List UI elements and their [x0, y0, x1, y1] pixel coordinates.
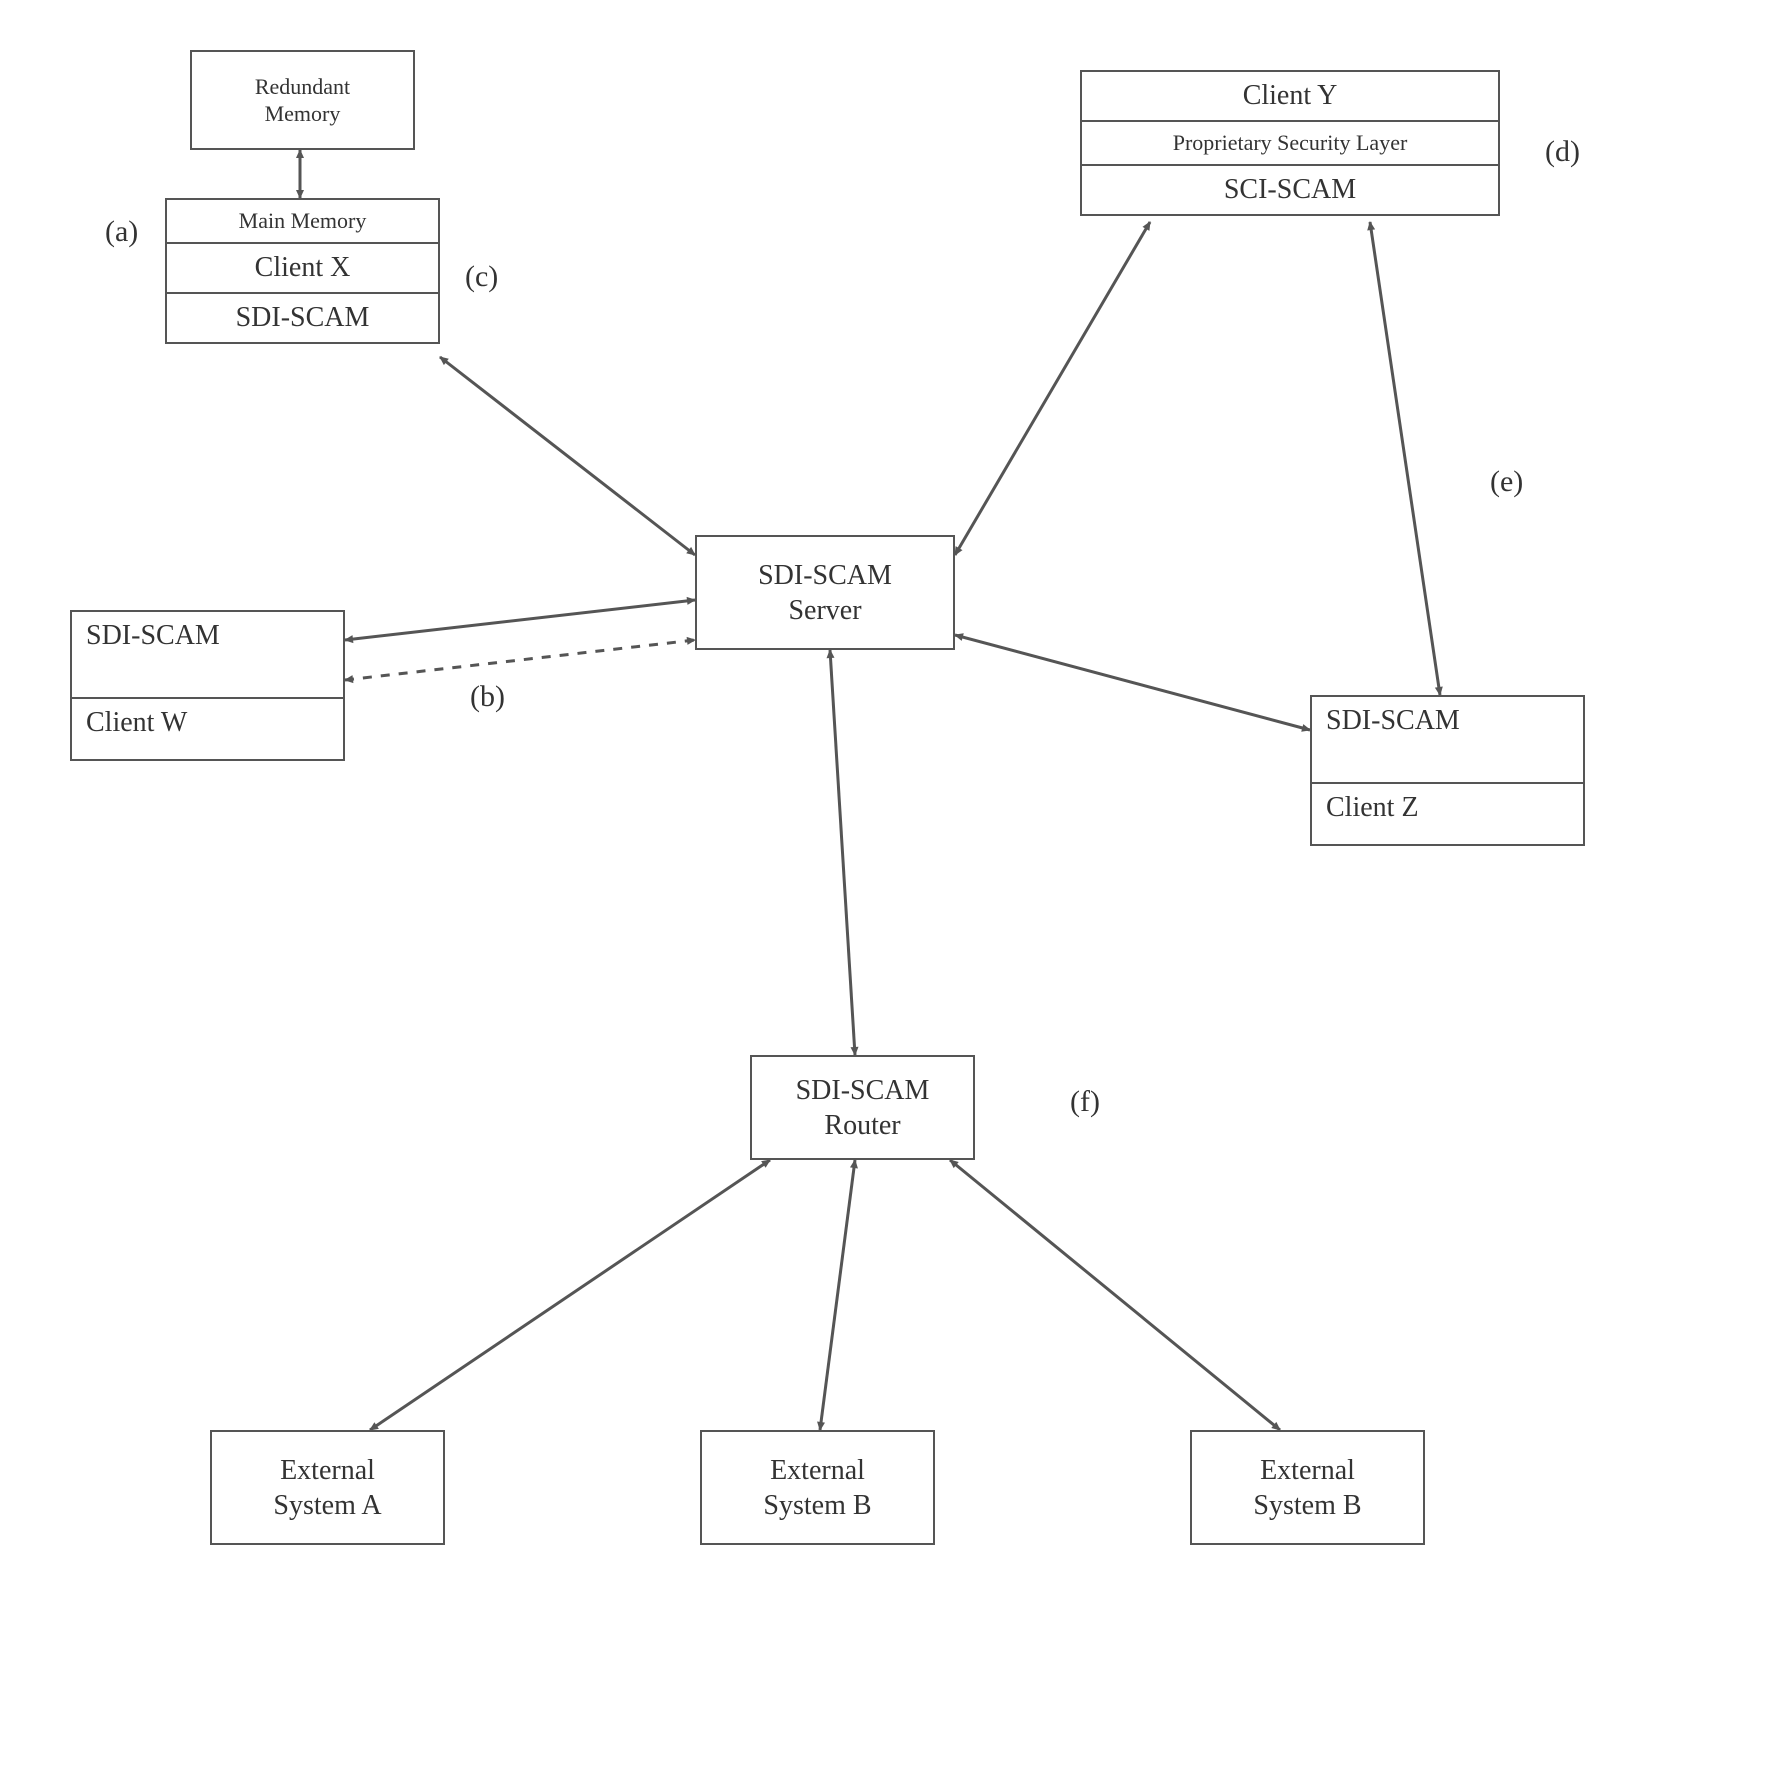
annotation-e: (e) — [1490, 465, 1523, 499]
client-y-psl-cell: Proprietary Security Layer — [1082, 122, 1498, 166]
annotation-f: (f) — [1070, 1085, 1100, 1119]
external-system-b2-box: ExternalSystem B — [1190, 1430, 1425, 1545]
edge-clienty-clientz — [1370, 222, 1440, 695]
edge-clientx-server — [440, 357, 695, 555]
client-z-cell: Client Z — [1312, 784, 1583, 844]
edge-clientw-server-dashed — [345, 640, 695, 680]
edge-clientw-server-solid — [345, 600, 695, 640]
client-z-sdi-cell: SDI-SCAM — [1312, 697, 1583, 784]
client-w-sdi-cell: SDI-SCAM — [72, 612, 343, 699]
annotation-c: (c) — [465, 260, 498, 294]
annotation-b: (b) — [470, 680, 505, 714]
client-y-sci-cell: SCI-SCAM — [1082, 166, 1498, 214]
client-y-stack: Client Y Proprietary Security Layer SCI-… — [1080, 70, 1500, 216]
client-z-stack: SDI-SCAM Client Z — [1310, 695, 1585, 846]
edge-router-extb — [820, 1160, 855, 1430]
external-system-a-box: ExternalSystem A — [210, 1430, 445, 1545]
external-system-b-box: ExternalSystem B — [700, 1430, 935, 1545]
edge-server-router — [830, 650, 855, 1055]
edge-clientz-server — [955, 635, 1310, 730]
client-w-cell: Client W — [72, 699, 343, 759]
edge-clienty-server — [955, 222, 1150, 555]
edge-router-extb2 — [950, 1160, 1280, 1430]
main-memory-cell: Main Memory — [167, 200, 438, 244]
client-x-stack: Main Memory Client X SDI-SCAM — [165, 198, 440, 344]
client-y-cell: Client Y — [1082, 72, 1498, 122]
sdi-scam-server-box: SDI-SCAMServer — [695, 535, 955, 650]
client-w-stack: SDI-SCAM Client W — [70, 610, 345, 761]
client-x-cell: Client X — [167, 244, 438, 294]
edge-router-exta — [370, 1160, 770, 1430]
annotation-d: (d) — [1545, 135, 1580, 169]
annotation-a: (a) — [105, 215, 138, 249]
redundant-memory-box: RedundantMemory — [190, 50, 415, 150]
sdi-scam-router-box: SDI-SCAMRouter — [750, 1055, 975, 1160]
client-x-sdi-cell: SDI-SCAM — [167, 294, 438, 342]
